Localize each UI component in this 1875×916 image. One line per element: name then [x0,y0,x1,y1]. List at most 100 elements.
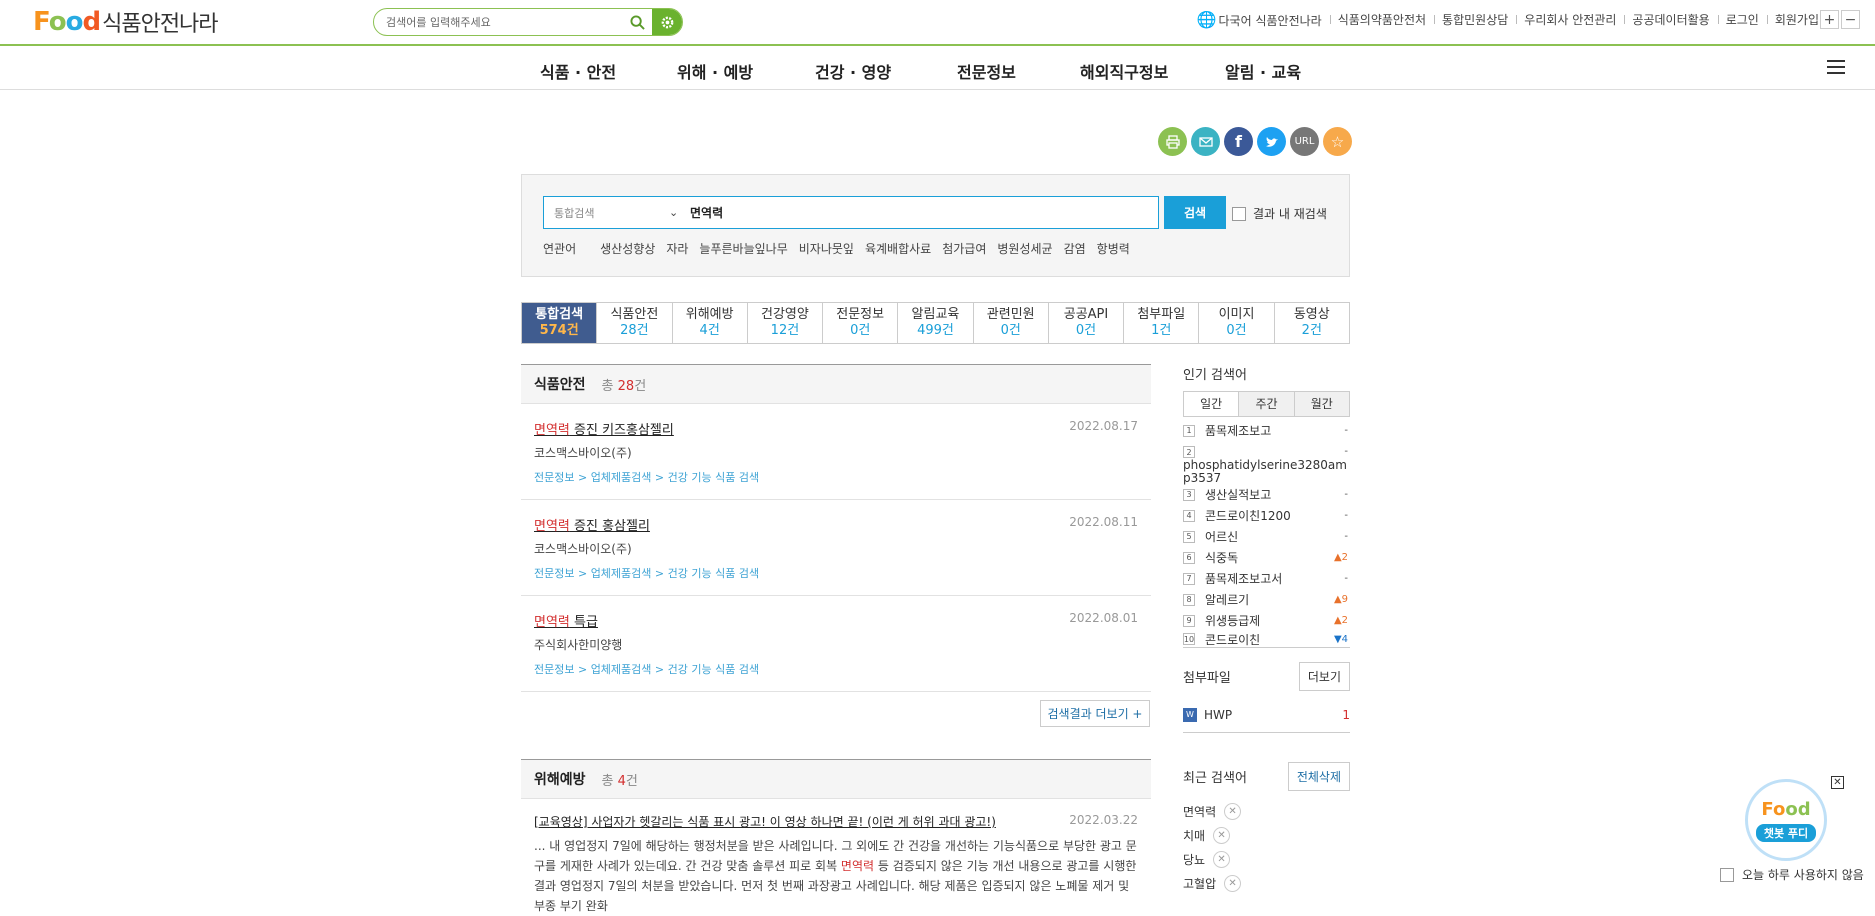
list-item[interactable]: 7 품목제조보고서 - [1183,568,1350,589]
login-link[interactable]: 로그인 [1717,11,1767,28]
result-breadcrumb[interactable]: 전문정보 > 업체제품검색 > 건강 기능 식품 검색 [534,565,1138,581]
tab-weekly[interactable]: 주간 [1238,392,1294,416]
list-item[interactable]: 1 품목제조보고 - [1183,420,1350,441]
search-scope-select[interactable]: 통합검색 [544,205,669,221]
gnb-health-nutrition[interactable]: 건강 · 영양 [815,59,891,83]
research-in-results-checkbox[interactable]: 결과 내 재검색 [1232,205,1327,222]
gnb-hazard-prevention[interactable]: 위해 · 예방 [677,59,753,83]
list-item[interactable]: 9 위생등급제 ▲2 [1183,610,1350,631]
attachment-row[interactable]: W HWP 1 [1183,697,1350,733]
related-keyword[interactable]: 자라 [666,240,688,257]
site-logo[interactable]: Food 식품안전나라 [33,5,219,39]
list-item: 면역력 증진 키즈홍삼젤리 2022.08.17 코스맥스바이오(주) 전문정보… [521,404,1151,500]
url-copy-icon[interactable]: URL [1290,127,1319,156]
search-button[interactable]: 검색 [1164,196,1226,229]
list-item[interactable]: 2 phosphatidylserine3280amp3537- [1183,441,1350,485]
tab-monthly[interactable]: 월간 [1293,392,1349,416]
result-date: 2022.03.22 [1069,813,1138,827]
related-keyword[interactable]: 병원성세균 [997,240,1052,257]
checkbox-icon[interactable] [1720,867,1734,882]
chevron-down-icon[interactable]: ⌄ [669,206,684,219]
tab-all[interactable]: 통합검색 574건 [522,303,597,343]
tab-expert-info[interactable]: 전문정보 0건 [822,303,897,343]
favorite-star-icon[interactable]: ☆ [1323,127,1352,156]
logo-food-wordmark: Food [33,7,101,37]
result-title-link[interactable]: 면역력 증진 키즈홍삼젤리 [534,419,1138,438]
related-keyword[interactable]: 비자나뭇잎 [799,240,854,257]
gnb-food-safety[interactable]: 식품 · 안전 [540,59,616,83]
gnb-expert-info[interactable]: 전문정보 [957,59,1016,83]
civil-petition-link[interactable]: 통합민원상담 [1434,11,1516,28]
tab-public-api[interactable]: 공공API 0건 [1047,303,1123,343]
chatbot-button[interactable]: Food 챗봇 푸디 [1745,779,1827,861]
print-icon[interactable] [1158,127,1187,156]
result-breadcrumb[interactable]: 전문정보 > 업체제품검색 > 건강 기능 식품 검색 [534,661,1138,677]
chatbot-close-icon[interactable]: ✕ [1831,776,1844,789]
list-item[interactable]: 치매 ✕ [1183,823,1350,847]
results-food-safety: 식품안전 총 28건 면역력 증진 키즈홍삼젤리 2022.08.17 코스맥스… [521,364,1151,692]
related-keyword[interactable]: 항병력 [1097,240,1130,257]
result-breadcrumb[interactable]: 전문정보 > 업체제품검색 > 건강 기능 식품 검색 [534,469,1138,485]
open-data-link[interactable]: 공공데이터활용 [1624,11,1717,28]
tab-hazard-prevention[interactable]: 위해예방 4건 [671,303,747,343]
section-total: 총 28건 [601,378,647,394]
close-icon[interactable]: ✕ [1224,874,1242,892]
top-bar: Food 식품안전나라 검색어를 입력해주세요 🌐 다국어 식품안전나라 식품의약… [0,0,1875,46]
list-item[interactable]: 6 식중독 ▲2 [1183,547,1350,568]
tab-notice-education[interactable]: 알림교육 499건 [897,303,972,343]
email-icon[interactable] [1191,127,1220,156]
close-icon[interactable]: ✕ [1213,826,1231,844]
related-keyword[interactable]: 늘푸른바늘잎나무 [699,240,787,257]
search-input[interactable]: 면역력 [684,204,723,221]
search-icon[interactable] [622,9,652,35]
list-item[interactable]: 8 알레르기 ▲9 [1183,589,1350,610]
related-keyword[interactable]: 첨가급여 [942,240,986,257]
top-search-input[interactable]: 검색어를 입력해주세요 [374,14,622,30]
search-field: 통합검색 ⌄ 면역력 [543,196,1159,229]
checkbox-icon[interactable] [1232,206,1246,221]
clear-all-button[interactable]: 전체삭제 [1287,762,1350,791]
list-item: 면역력 특급 2022.08.01 주식회사한미양행 전문정보 > 업체제품검색… [521,596,1151,692]
twitter-icon[interactable] [1257,127,1286,156]
zoom-out-button[interactable]: − [1841,10,1860,29]
attachments-more-button[interactable]: 더보기 [1298,662,1350,691]
related-label: 연관어 [543,242,577,256]
related-keyword[interactable]: 감염 [1064,240,1086,257]
list-item[interactable]: 10 콘드로이친 ▼4 [1183,631,1350,648]
tab-food-safety[interactable]: 식품안전 28건 [596,303,671,343]
chatbot-label: 챗봇 푸디 [1755,823,1817,842]
related-keyword[interactable]: 육계배합사료 [865,240,931,257]
list-item[interactable]: 고혈압 ✕ [1183,871,1350,895]
related-keyword[interactable]: 생산성향상 [600,240,655,257]
result-title-link[interactable]: 면역력 증진 홍삼젤리 [534,515,1138,534]
close-icon[interactable]: ✕ [1224,802,1242,820]
more-results-button[interactable]: 검색결과 더보기 + [1040,700,1150,727]
gnb-notice-education[interactable]: 알림 · 교육 [1225,59,1301,83]
tab-images[interactable]: 이미지 0건 [1198,303,1273,343]
result-title-link[interactable]: 면역력 특급 [534,611,1138,630]
hamburger-menu-icon[interactable] [1827,60,1845,78]
tab-civil-petition[interactable]: 관련민원 0건 [972,303,1048,343]
tab-daily[interactable]: 일간 [1184,392,1239,416]
list-item[interactable]: 당뇨 ✕ [1183,847,1350,871]
tab-videos[interactable]: 동영상 2건 [1273,303,1349,343]
recent-list: 면역력 ✕ 치매 ✕ 당뇨 ✕ 고혈압 ✕ [1183,799,1350,895]
list-item[interactable]: 면역력 ✕ [1183,799,1350,823]
tab-attachments[interactable]: 첨부파일 1건 [1123,303,1198,343]
mfds-link[interactable]: 식품의약품안전처 [1329,11,1434,28]
gnb-overseas-purchase[interactable]: 해외직구정보 [1080,59,1168,83]
list-item[interactable]: 5 어르신 - [1183,526,1350,547]
hide-today-checkbox[interactable]: 오늘 하루 사용하지 않음 [1720,866,1864,883]
company-safety-link[interactable]: 우리회사 안전관리 [1516,11,1624,28]
search-panel: 통합검색 ⌄ 면역력 검색 결과 내 재검색 연관어 생산성향상 자라 늘푸른바… [521,174,1350,277]
gear-icon[interactable] [652,9,682,35]
zoom-in-button[interactable]: + [1820,10,1839,29]
chatbot-logo: Food [1761,798,1811,820]
list-item[interactable]: 4 콘드로이친1200- [1183,505,1350,526]
list-item[interactable]: 3 생산실적보고 - [1183,484,1350,505]
close-icon[interactable]: ✕ [1213,850,1231,868]
multilingual-link[interactable]: 🌐 다국어 식품안전나라 [1189,10,1330,29]
result-title-link[interactable]: [교육영상] 사업자가 헷갈리는 식품 표시 광고! 이 영상 하나면 끝! (… [534,813,1074,830]
facebook-icon[interactable]: f [1224,127,1253,156]
tab-health-nutrition[interactable]: 건강영양 12건 [746,303,822,343]
